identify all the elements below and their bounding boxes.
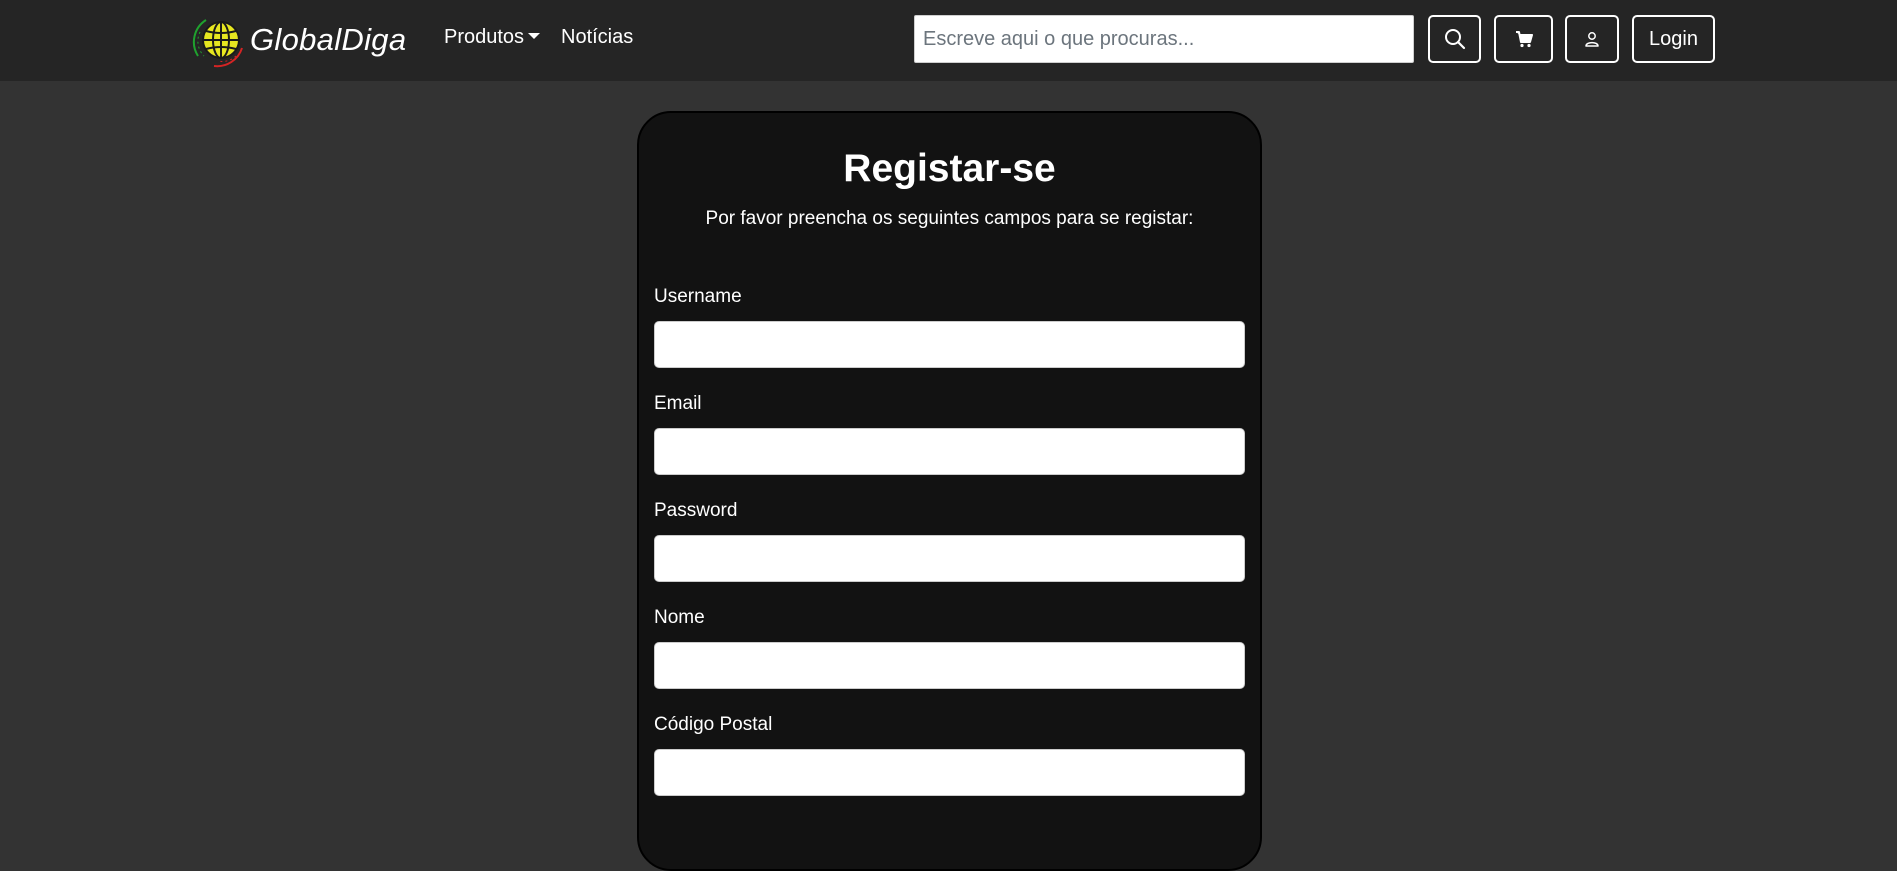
nome-field[interactable]	[654, 642, 1245, 689]
codigo-postal-field[interactable]	[654, 749, 1245, 796]
nav-produtos-label: Produtos	[444, 26, 525, 48]
caret-down-icon	[528, 32, 541, 39]
user-icon	[1585, 32, 1599, 47]
password-field[interactable]	[654, 535, 1245, 582]
search-button[interactable]	[1428, 15, 1481, 63]
cart-button[interactable]	[1494, 15, 1553, 63]
cart-icon	[1515, 31, 1533, 48]
register-form-card: Registar-se Por favor preencha os seguin…	[637, 111, 1262, 871]
user-account-button[interactable]	[1565, 15, 1619, 63]
search-input[interactable]	[914, 15, 1414, 63]
nav-noticias-link[interactable]: Notícias	[561, 26, 633, 49]
form-subtitle: Por favor preencha os seguintes campos p…	[705, 208, 1194, 229]
globe-logo-icon	[192, 19, 243, 68]
email-label: Email	[654, 393, 702, 414]
brand-name: GlobalDiga	[250, 22, 407, 57]
password-label: Password	[654, 500, 738, 521]
nome-label: Nome	[654, 607, 705, 628]
nav-produtos-dropdown[interactable]: Produtos	[444, 26, 541, 49]
page-title: Registar-se	[843, 147, 1056, 190]
brand-link[interactable]: GlobalDiga	[192, 10, 406, 70]
email-field[interactable]	[654, 428, 1245, 475]
codigo-postal-label: Código Postal	[654, 714, 773, 735]
username-label: Username	[654, 286, 742, 307]
top-navbar: GlobalDiga Produtos Notícias Login	[0, 0, 1897, 81]
search-icon	[1444, 29, 1465, 50]
login-button[interactable]: Login	[1632, 15, 1715, 63]
username-field[interactable]	[654, 321, 1245, 368]
